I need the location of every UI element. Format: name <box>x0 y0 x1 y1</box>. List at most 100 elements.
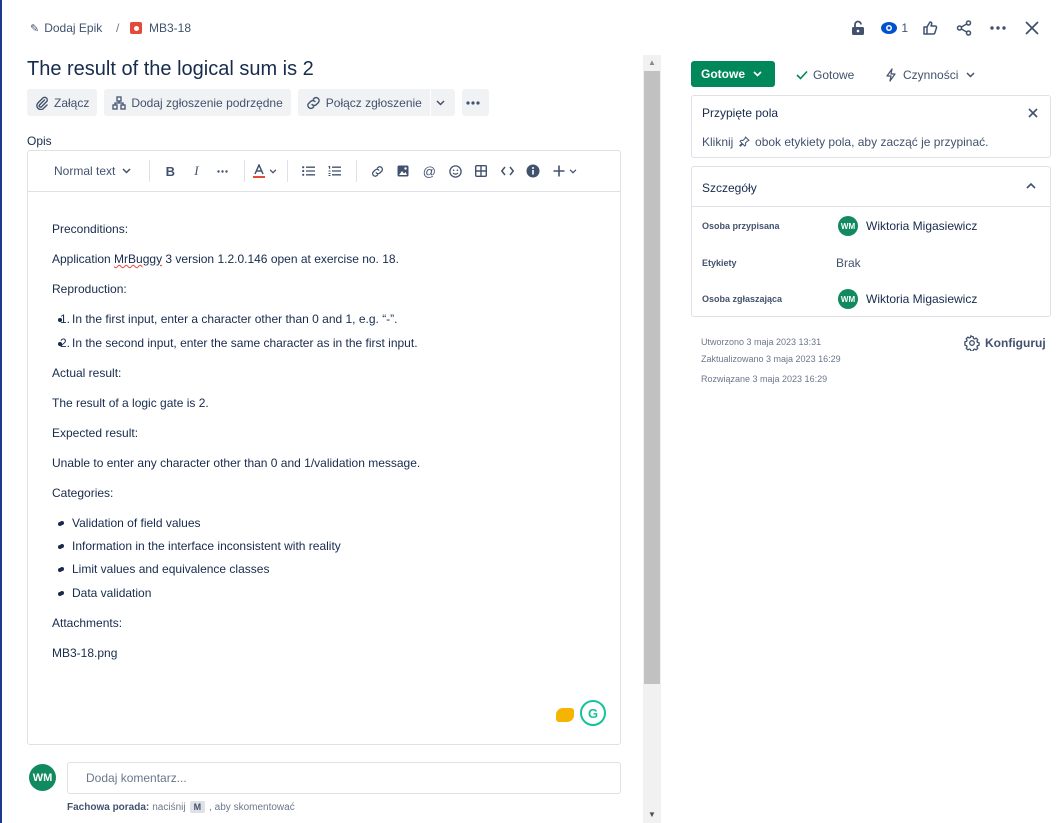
scroll-down-arrow[interactable]: ▼ <box>643 806 661 823</box>
assignee-value[interactable]: WM Wiktoria Migasiewicz <box>838 216 977 236</box>
created-date: Utworzono 3 maja 2023 13:31 <box>701 337 822 347</box>
pro-tip: Fachowa porada: naciśnij M , aby skoment… <box>67 801 295 813</box>
details-header[interactable]: Szczegóły <box>692 167 1050 207</box>
issue-actions: Załącz Dodaj zgłoszenie podrzędne Połącz… <box>27 89 496 116</box>
emoji-icon[interactable] <box>443 159 467 183</box>
description-editor[interactable]: Normal text B I @ Preconditions: Applica… <box>27 150 621 745</box>
image-icon[interactable] <box>391 159 415 183</box>
description-line: Preconditions: <box>52 222 129 236</box>
avatar: WM <box>29 764 56 791</box>
add-child-label: Dodaj zgłoszenie podrzędne <box>131 95 283 110</box>
list-item: Data validation <box>59 587 151 599</box>
actions-dropdown[interactable]: Czynności <box>885 68 975 82</box>
chevron-down-icon <box>122 168 131 174</box>
eye-icon <box>881 22 898 34</box>
pro-tip-text: , aby skomentować <box>209 801 295 813</box>
text-style-dropdown[interactable]: Normal text <box>54 159 135 183</box>
shortcut-key: M <box>189 801 206 813</box>
more-actions-button[interactable] <box>461 89 489 116</box>
chevron-down-icon <box>966 70 975 80</box>
toolbar-divider <box>244 160 246 182</box>
description-line: Actual result: <box>52 366 122 380</box>
resolved-date: Rozwiązane 3 maja 2023 16:29 <box>701 374 828 384</box>
link-issue-label: Połącz zgłoszenie <box>325 95 422 110</box>
text-color-icon[interactable] <box>253 159 277 183</box>
add-child-issue-button[interactable]: Dodaj zgłoszenie podrzędne <box>104 89 291 116</box>
reporter-label: Osoba zgłaszająca <box>702 294 783 304</box>
list-item-text: In the first input, enter a character ot… <box>72 312 398 326</box>
reporter-value[interactable]: WM Wiktoria Migasiewicz <box>838 289 977 309</box>
numbered-list-icon[interactable] <box>322 159 346 183</box>
mention-icon[interactable]: @ <box>417 159 441 183</box>
link-issue-button[interactable]: Połącz zgłoszenie <box>297 89 430 116</box>
issue-title[interactable]: The result of the logical sum is 2 <box>27 58 314 81</box>
attach-button[interactable]: Załącz <box>27 89 98 116</box>
add-epic-link[interactable]: ✎ Dodaj Epik <box>30 20 102 36</box>
description-line: Categories: <box>52 486 114 500</box>
comment-input[interactable]: Dodaj komentarz... <box>67 762 621 794</box>
reporter-row: Osoba zgłaszająca WM Wiktoria Migasiewic… <box>692 289 1050 309</box>
window-left-edge <box>0 0 2 823</box>
description-line: Unable to enter any character other than… <box>52 456 421 470</box>
table-icon[interactable] <box>469 159 493 183</box>
pinned-hint-text: obok etykiety pola, aby zacząć je przypi… <box>755 135 989 149</box>
share-icon[interactable] <box>952 16 976 40</box>
bold-icon[interactable]: B <box>158 159 182 183</box>
assignee-name: Wiktoria Migasiewicz <box>866 219 978 233</box>
resolution-label: Gotowe <box>813 68 855 82</box>
hierarchy-icon <box>112 95 126 110</box>
bug-icon <box>130 22 142 34</box>
description-label: Opis <box>27 134 52 148</box>
description-line: Expected result: <box>52 426 139 440</box>
lock-icon[interactable] <box>846 16 870 40</box>
thumbs-up-icon[interactable] <box>918 16 942 40</box>
grammarly-icon[interactable]: G <box>580 700 606 726</box>
list-item-text: In the second input, enter the same char… <box>72 336 418 350</box>
chevron-down-icon <box>570 168 577 174</box>
italic-icon[interactable]: I <box>184 159 208 183</box>
more-icon[interactable] <box>986 16 1010 40</box>
info-panel-icon[interactable] <box>521 159 545 183</box>
link-icon[interactable] <box>365 159 389 183</box>
chevron-down-icon <box>753 69 762 79</box>
issue-key-link[interactable]: MB3-18 <box>130 20 191 36</box>
list-item: 1.In the first input, enter a character … <box>60 312 398 326</box>
pencil-icon: ✎ <box>30 22 40 35</box>
editor-toolbar: Normal text B I @ <box>28 151 620 192</box>
reporter-name: Wiktoria Migasiewicz <box>866 292 978 306</box>
issue-key: MB3-18 <box>149 21 192 35</box>
more-icon <box>466 100 480 105</box>
watch-button[interactable]: 1 <box>880 16 908 40</box>
breadcrumb-separator: / <box>116 21 120 35</box>
link-issue-dropdown[interactable] <box>430 89 455 116</box>
status-label: Gotowe <box>701 67 745 81</box>
description-text: Application <box>52 252 115 266</box>
insert-more-icon[interactable] <box>553 159 577 183</box>
scroll-up-arrow[interactable]: ▲ <box>643 55 661 70</box>
assignee-label: Osoba przypisana <box>702 221 780 231</box>
comment-placeholder: Dodaj komentarz... <box>86 771 187 785</box>
description-line: MB3-18.png <box>52 646 118 660</box>
paperclip-icon <box>36 96 48 110</box>
bullet-list-icon[interactable] <box>296 159 320 183</box>
toolbar-divider <box>356 160 358 182</box>
attach-label: Załącz <box>54 95 90 110</box>
configure-button[interactable]: Konfiguruj <box>964 335 1046 351</box>
updated-date: Zaktualizowano 3 maja 2023 16:29 <box>701 354 841 364</box>
code-icon[interactable] <box>495 159 519 183</box>
more-formatting-icon[interactable] <box>210 159 234 183</box>
labels-value[interactable]: Brak <box>836 256 861 270</box>
gear-icon <box>964 335 980 351</box>
status-dropdown[interactable]: Gotowe <box>691 61 775 87</box>
toolbar-divider <box>149 160 151 182</box>
handshake-icon[interactable] <box>556 708 574 722</box>
close-icon[interactable] <box>1020 16 1044 40</box>
list-item: Limit values and equivalence classes <box>59 563 269 575</box>
pinned-fields-title: Przypięte pola <box>702 106 779 120</box>
avatar: WM <box>838 216 858 236</box>
details-panel: Szczegóły Osoba przypisana WM Wiktoria M… <box>691 166 1051 317</box>
assignee-row: Osoba przypisana WM Wiktoria Migasiewicz <box>692 216 1050 236</box>
close-icon[interactable] <box>1028 105 1038 121</box>
details-title: Szczegóły <box>702 181 757 195</box>
scrollbar-thumb[interactable] <box>644 71 660 684</box>
